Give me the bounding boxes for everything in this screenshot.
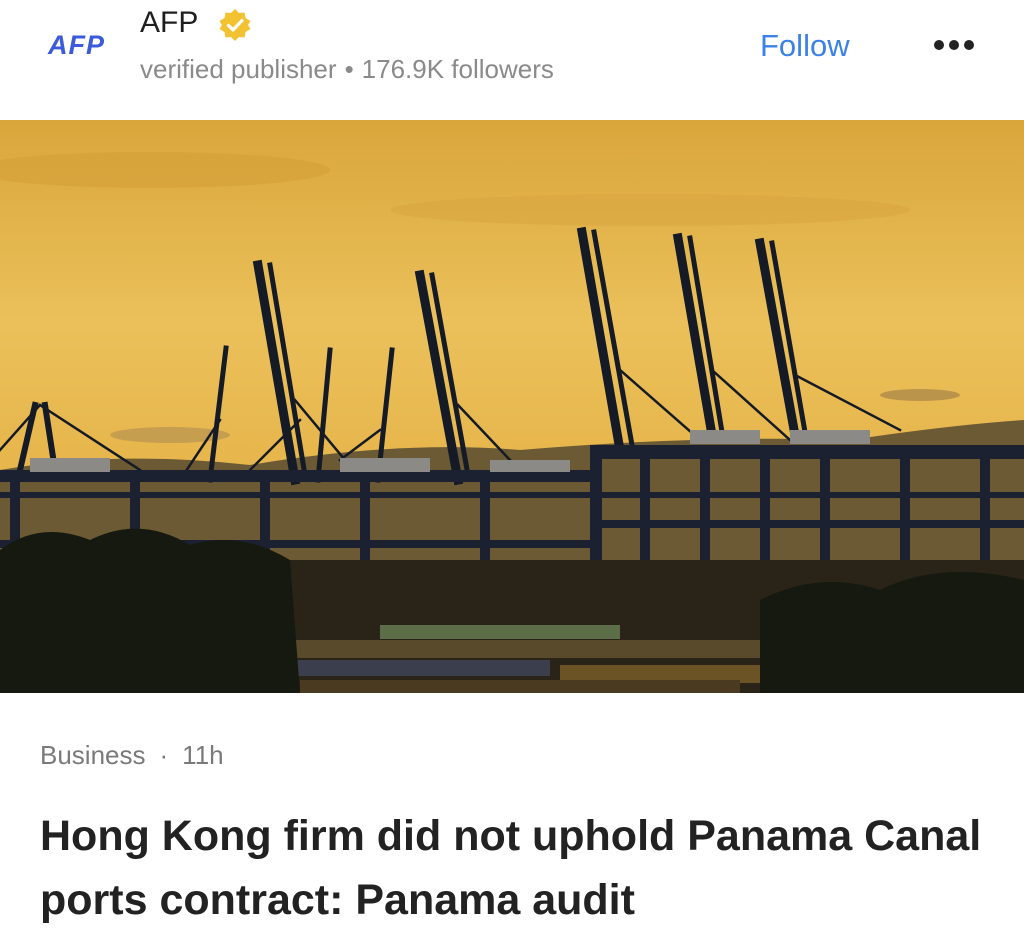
publisher-logo[interactable]: AFP xyxy=(48,30,105,61)
publisher-name[interactable]: AFP xyxy=(140,6,198,40)
hero-image[interactable] xyxy=(0,120,1024,693)
article-category[interactable]: Business xyxy=(40,740,146,770)
port-cranes-photo xyxy=(0,120,1024,693)
article-headline[interactable]: Hong Kong firm did not uphold Panama Can… xyxy=(40,804,1000,932)
meta-dot: · xyxy=(159,740,169,770)
publisher-header: AFP AFP verified publisher • 176.9K follow… xyxy=(0,0,1024,120)
publisher-subtitle: verified publisher xyxy=(140,54,337,84)
publisher-meta: verified publisher • 176.9K followers xyxy=(140,54,554,85)
follower-count: 176.9K followers xyxy=(361,54,554,84)
follow-button[interactable]: Follow xyxy=(760,28,850,64)
article-meta: Business · 11h xyxy=(40,740,224,771)
article-time: 11h xyxy=(182,740,224,770)
verified-badge-icon xyxy=(219,9,251,41)
meta-separator: • xyxy=(344,54,354,84)
more-options-icon[interactable] xyxy=(930,32,980,56)
